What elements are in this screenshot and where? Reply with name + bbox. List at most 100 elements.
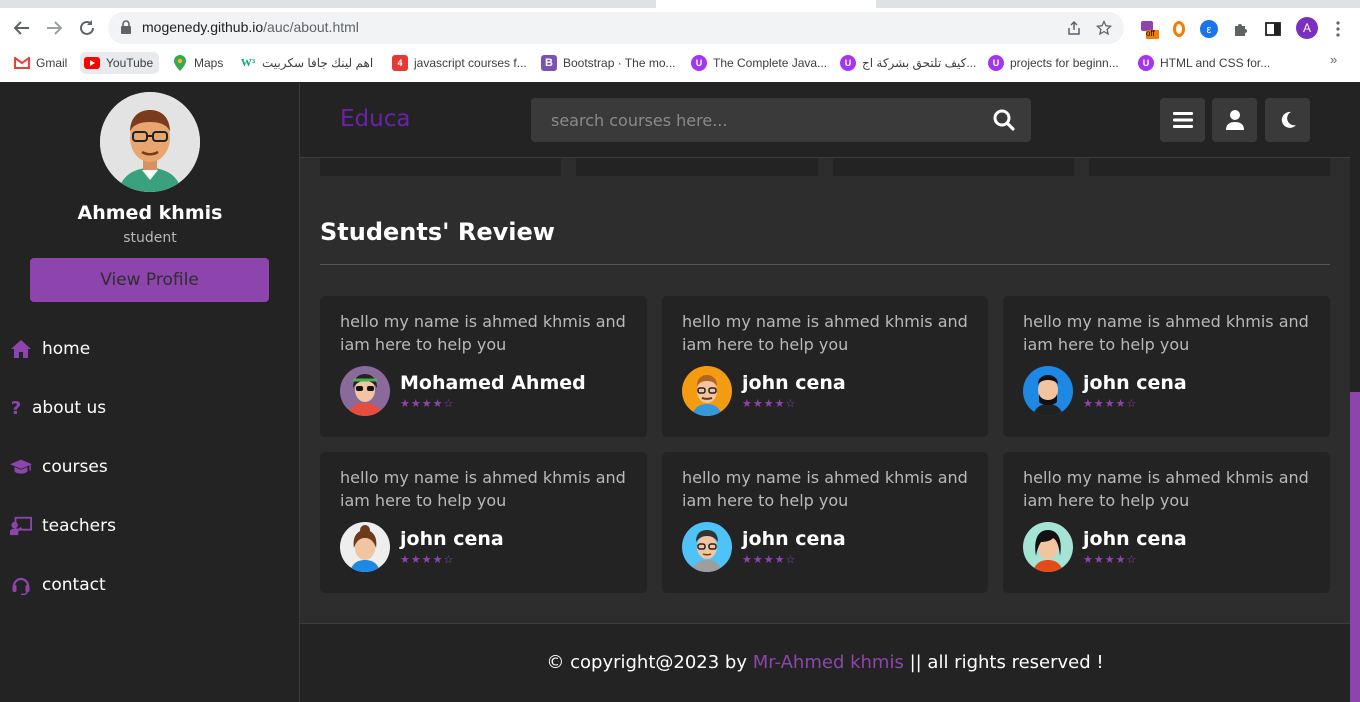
previous-section-card <box>320 158 561 176</box>
half-star-icon: ☆ <box>1126 397 1138 410</box>
bookmark-gmail[interactable]: Gmail <box>14 52 67 74</box>
review-text: hello my name is ahmed khmis and iam her… <box>1023 312 1309 354</box>
share-icon[interactable] <box>1064 18 1084 38</box>
theme-toggle-button[interactable] <box>1265 98 1310 142</box>
menu-button[interactable] <box>1160 98 1205 142</box>
bookmark-arabic-company[interactable]: U كيف تلتحق بشركة اج... <box>840 52 976 74</box>
bookmark-bootstrap[interactable]: B Bootstrap · The mo... <box>541 52 676 74</box>
user-avatar-illustration <box>100 92 200 192</box>
review-card: hello my name is ahmed khmis and iam her… <box>320 296 647 437</box>
sidebar-item-label: courses <box>42 457 108 477</box>
avatar <box>100 92 200 192</box>
user-icon <box>1225 110 1244 130</box>
profile-role: student <box>123 230 177 246</box>
bookmark-html-css[interactable]: U HTML and CSS for... <box>1138 52 1270 74</box>
udemy-icon: U <box>840 55 856 71</box>
main-content: Students' Review hello my name is ahmed … <box>300 158 1350 702</box>
sidebar-item-home[interactable]: home <box>10 334 90 364</box>
section-title: Students' Review <box>320 218 555 246</box>
bookmark-label: projects for beginn... <box>1010 56 1119 70</box>
kebab-menu-icon[interactable] <box>1327 18 1349 40</box>
star-rating: ★★★★☆ <box>400 553 454 566</box>
reload-button[interactable] <box>75 16 99 40</box>
avatar <box>682 366 732 416</box>
honey-extension-icon[interactable] <box>1168 18 1190 40</box>
address-bar[interactable]: mogenedy.github.io/auc/about.html <box>108 12 1124 44</box>
sidebar-item-label: contact <box>42 575 106 595</box>
puzzle-extensions-icon[interactable] <box>1230 18 1252 40</box>
author-link[interactable]: Mr-Ahmed khmis <box>753 652 904 673</box>
page-scrollbar[interactable] <box>1350 82 1360 702</box>
view-profile-button[interactable]: View Profile <box>30 258 269 302</box>
coupon-extension-icon[interactable]: off <box>1138 18 1160 40</box>
moon-icon <box>1281 111 1296 128</box>
dictionary-extension-icon[interactable]: ε <box>1198 18 1220 40</box>
site-logo[interactable]: Educa <box>340 106 410 132</box>
sidebar-item-courses[interactable]: courses <box>10 452 108 482</box>
search-input[interactable] <box>531 98 971 142</box>
reviewer-name: john cena <box>742 372 846 394</box>
star-icon: ★★★★ <box>742 553 786 566</box>
avatar <box>1023 522 1073 572</box>
bookmark-label: Bootstrap · The mo... <box>563 56 676 70</box>
profile-name: Ahmed khmis <box>77 202 223 224</box>
copyright-text: © copyright@2023 by Mr-Ahmed khmis || al… <box>300 652 1350 673</box>
sidebar-item-about-us[interactable]: ? about us <box>10 393 106 423</box>
sidebar-item-contact[interactable]: contact <box>10 570 106 600</box>
url-text: mogenedy.github.io/auc/about.html <box>142 19 359 35</box>
half-star-icon: ☆ <box>785 397 797 410</box>
bookmark-label: The Complete Java... <box>713 56 828 70</box>
bookmark-w3[interactable]: W³ اهم لينك جافا سكربيت <box>240 52 373 74</box>
bookmark-js-courses[interactable]: 4 javascript courses f... <box>392 52 527 74</box>
profile-avatar-button[interactable]: A <box>1296 17 1318 39</box>
bookmark-complete-java[interactable]: U The Complete Java... <box>691 52 827 74</box>
bookmarks-overflow-button[interactable]: » <box>1330 52 1337 67</box>
lock-icon <box>121 20 131 34</box>
bookmark-label: Gmail <box>36 56 68 70</box>
bookmark-projects-beginners[interactable]: U projects for beginn... <box>988 52 1119 74</box>
bookmarks-bar: Gmail YouTube Maps W³ اهم لينك جافا سكرب… <box>0 50 1360 76</box>
sidebar-item-label: about us <box>32 398 107 418</box>
tab-strip <box>0 0 1360 8</box>
star-icon: ★★★★ <box>1083 397 1127 410</box>
chalkboard-teacher-icon <box>10 515 32 537</box>
star-icon: ★★★★ <box>742 397 786 410</box>
star-rating: ★★★★☆ <box>1083 397 1137 410</box>
avatar <box>1023 366 1073 416</box>
review-text: hello my name is ahmed khmis and iam her… <box>340 312 626 354</box>
search-icon[interactable] <box>993 109 1015 131</box>
back-button[interactable] <box>10 16 34 40</box>
youtube-icon <box>84 55 100 71</box>
bookmark-youtube[interactable]: YouTube <box>80 52 160 74</box>
reviewer-name: john cena <box>1083 528 1187 550</box>
user-button[interactable] <box>1212 98 1257 142</box>
bookmark-label: اهم لينك جافا سكربيت <box>262 56 374 70</box>
udemy-icon: U <box>988 55 1004 71</box>
bookmark-label: HTML and CSS for... <box>1160 56 1271 70</box>
bookmark-label: javascript courses f... <box>414 56 527 70</box>
reviewer-name: john cena <box>400 528 504 550</box>
review-text: hello my name is ahmed khmis and iam her… <box>682 468 968 510</box>
udemy-icon: U <box>1138 55 1154 71</box>
graduation-cap-icon <box>10 456 32 478</box>
active-tab[interactable] <box>656 0 876 8</box>
review-text: hello my name is ahmed khmis and iam her… <box>682 312 968 354</box>
half-star-icon: ☆ <box>1126 553 1138 566</box>
side-panel-icon[interactable] <box>1262 18 1284 40</box>
bookmark-maps[interactable]: Maps <box>172 52 223 74</box>
scrollbar-thumb[interactable] <box>1350 392 1360 702</box>
star-rating: ★★★★☆ <box>1083 553 1137 566</box>
reload-icon <box>80 20 94 35</box>
bars-icon <box>1172 112 1193 128</box>
forward-button[interactable] <box>42 16 66 40</box>
sidebar-item-teachers[interactable]: teachers <box>10 511 116 541</box>
previous-section-card <box>1089 158 1330 176</box>
star-icon: ★★★★ <box>400 397 444 410</box>
bookmark-star-icon[interactable] <box>1094 18 1114 38</box>
gmail-icon <box>14 55 30 71</box>
bootstrap-icon: B <box>541 55 557 71</box>
review-card: hello my name is ahmed khmis and iam her… <box>320 452 647 593</box>
review-text: hello my name is ahmed khmis and iam her… <box>340 468 626 510</box>
svg-text:ε: ε <box>1207 24 1212 36</box>
browser-chrome: mogenedy.github.io/auc/about.html off ε … <box>0 0 1360 82</box>
